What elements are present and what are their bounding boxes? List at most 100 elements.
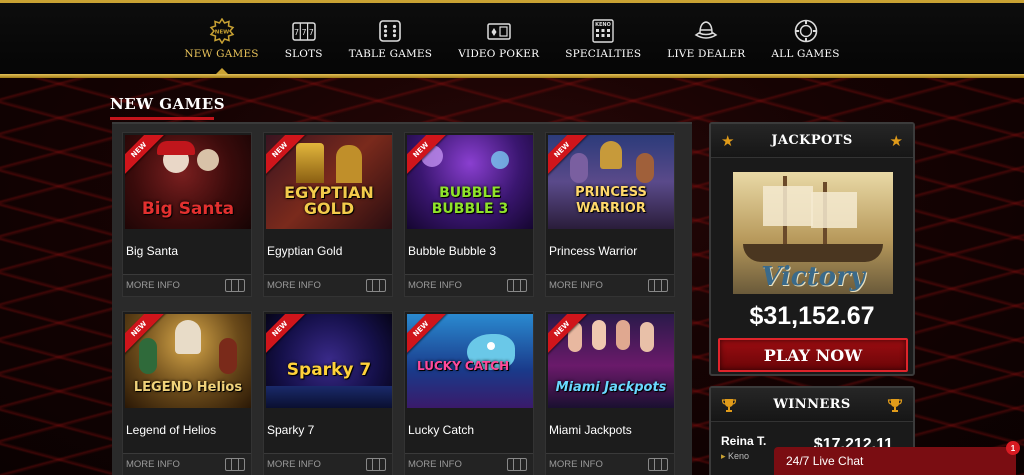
- slot-icon: [507, 279, 527, 292]
- more-info-link[interactable]: MORE INFO: [408, 280, 462, 291]
- chip-icon: [794, 19, 817, 43]
- jackpot-game-logo: Victory: [761, 262, 865, 292]
- game-thumbnail[interactable]: PRINCESS WARRIOR NEW: [548, 135, 674, 229]
- game-logo: Sparky 7: [286, 360, 372, 380]
- game-thumbnail[interactable]: LUCKY CATCH NEW: [407, 314, 533, 408]
- nav-label: VIDEO POKER: [458, 48, 540, 60]
- jackpots-header: ★ JACKPOTS ★: [711, 124, 913, 158]
- info-bar: MORE INFO: [123, 453, 251, 475]
- live-chat-label: 24/7 Live Chat: [786, 454, 864, 468]
- play-now-button[interactable]: PLAY NOW: [718, 338, 908, 372]
- games-grid: Big Santa NEW Big Santa MORE INFO EGYPTI…: [112, 122, 692, 475]
- slot-icon: [366, 458, 386, 471]
- nav-table-games[interactable]: TABLE GAMES: [336, 14, 445, 74]
- game-logo: Big Santa: [141, 199, 235, 219]
- section-title: NEW GAMES: [110, 95, 226, 113]
- jackpots-panel: ★ JACKPOTS ★ Victory $31,152.67 PLAY NOW: [709, 122, 915, 376]
- keno-board-icon: KENO: [592, 19, 614, 43]
- game-card-princess-warrior[interactable]: PRINCESS WARRIOR NEW Princess Warrior MO…: [545, 132, 675, 297]
- more-info-link[interactable]: MORE INFO: [126, 459, 180, 470]
- slot-icon: [225, 279, 245, 292]
- slot-icon: [648, 279, 668, 292]
- svg-text:KENO: KENO: [595, 22, 611, 28]
- game-name[interactable]: Big Santa: [126, 244, 178, 258]
- slot-reels-icon: 7 7 7: [291, 22, 316, 41]
- game-thumbnail[interactable]: BUBBLE BUBBLE 3 NEW: [407, 135, 533, 229]
- game-card-big-santa[interactable]: Big Santa NEW Big Santa MORE INFO: [122, 132, 252, 297]
- dice-icon: [379, 20, 402, 42]
- cards-icon: [486, 23, 511, 40]
- game-logo: PRINCESS WARRIOR: [575, 185, 647, 216]
- new-badge-icon: NEW: [209, 18, 234, 44]
- more-info-link[interactable]: MORE INFO: [408, 459, 462, 470]
- game-card-bubble-bubble-3[interactable]: BUBBLE BUBBLE 3 NEW Bubble Bubble 3 MORE…: [404, 132, 534, 297]
- more-info-link[interactable]: MORE INFO: [549, 459, 603, 470]
- game-card-miami-jackpots[interactable]: Miami Jackpots NEW Miami Jackpots MORE I…: [545, 311, 675, 475]
- game-thumbnail[interactable]: LEGEND Helios NEW: [125, 314, 251, 408]
- game-logo: LEGEND Helios: [133, 380, 243, 395]
- game-thumbnail[interactable]: Miami Jackpots NEW: [548, 314, 674, 408]
- nav-video-poker[interactable]: VIDEO POKER: [445, 14, 552, 74]
- dealer-hat-icon: [694, 21, 718, 39]
- star-icon: ★: [889, 132, 903, 150]
- game-name[interactable]: Bubble Bubble 3: [408, 244, 496, 258]
- game-thumbnail[interactable]: Big Santa NEW: [125, 135, 251, 229]
- game-thumbnail[interactable]: EGYPTIAN GOLD NEW: [266, 135, 392, 229]
- jackpot-game-image[interactable]: Victory: [733, 172, 893, 294]
- nav-slots[interactable]: 7 7 7 SLOTS: [272, 14, 336, 74]
- title-underline: [110, 117, 214, 120]
- info-bar: MORE INFO: [546, 453, 674, 475]
- game-logo: Miami Jackpots: [555, 380, 667, 395]
- slot-icon: [648, 458, 668, 471]
- game-logo: EGYPTIAN GOLD: [284, 183, 374, 218]
- info-bar: MORE INFO: [123, 274, 251, 296]
- game-thumbnail[interactable]: Sparky 7 NEW: [266, 314, 392, 408]
- game-name[interactable]: Lucky Catch: [408, 423, 474, 437]
- slot-icon: [507, 458, 527, 471]
- more-info-link[interactable]: MORE INFO: [126, 280, 180, 291]
- info-bar: MORE INFO: [264, 274, 392, 296]
- nav-label: NEW GAMES: [184, 48, 259, 60]
- top-navigation: NEW NEW GAMES 7 7 7 SLOTS TABLE GAMES VI…: [0, 0, 1024, 78]
- game-logo: BUBBLE BUBBLE 3: [431, 185, 509, 217]
- trophy-icon: [887, 398, 903, 412]
- game-name[interactable]: Miami Jackpots: [549, 423, 632, 437]
- info-bar: MORE INFO: [546, 274, 674, 296]
- info-bar: MORE INFO: [405, 453, 533, 475]
- game-logo: LUCKY CATCH: [417, 359, 510, 373]
- more-info-link[interactable]: MORE INFO: [267, 280, 321, 291]
- winners-title: WINNERS: [773, 397, 851, 412]
- slot-icon: [225, 458, 245, 471]
- svg-text:7: 7: [308, 28, 313, 37]
- winners-header: WINNERS: [711, 388, 913, 422]
- nav-all-games[interactable]: ALL GAMES: [758, 14, 852, 74]
- nav-label: SLOTS: [284, 48, 323, 60]
- svg-text:7: 7: [301, 28, 306, 37]
- more-info-link[interactable]: MORE INFO: [549, 280, 603, 291]
- jackpot-amount: $31,152.67: [749, 302, 875, 330]
- info-bar: MORE INFO: [264, 453, 392, 475]
- nav-new-games[interactable]: NEW NEW GAMES: [171, 14, 271, 74]
- game-name[interactable]: Princess Warrior: [549, 244, 637, 258]
- nav-label: SPECIALTIES: [565, 48, 642, 60]
- game-name[interactable]: Sparky 7: [267, 423, 314, 437]
- nav-label: TABLE GAMES: [348, 48, 433, 60]
- info-bar: MORE INFO: [405, 274, 533, 296]
- nav-specialties[interactable]: KENO SPECIALTIES: [552, 14, 654, 74]
- nav-live-dealer[interactable]: LIVE DEALER: [654, 14, 758, 74]
- game-card-legend-of-helios[interactable]: LEGEND Helios NEW Legend of Helios MORE …: [122, 311, 252, 475]
- svg-text:NEW: NEW: [214, 30, 228, 36]
- game-name[interactable]: Legend of Helios: [126, 423, 216, 437]
- live-chat-button[interactable]: 24/7 Live Chat 1: [774, 441, 1020, 475]
- trophy-icon: [721, 398, 737, 412]
- game-card-lucky-catch[interactable]: LUCKY CATCH NEW Lucky Catch MORE INFO: [404, 311, 534, 475]
- svg-text:7: 7: [294, 28, 299, 37]
- more-info-link[interactable]: MORE INFO: [267, 459, 321, 470]
- nav-label: LIVE DEALER: [667, 48, 746, 60]
- slot-icon: [366, 279, 386, 292]
- game-name[interactable]: Egyptian Gold: [267, 244, 342, 258]
- game-card-egyptian-gold[interactable]: EGYPTIAN GOLD NEW Egyptian Gold MORE INF…: [263, 132, 393, 297]
- game-card-sparky-7[interactable]: Sparky 7 NEW Sparky 7 MORE INFO: [263, 311, 393, 475]
- notification-badge: 1: [1006, 441, 1020, 455]
- nav-label: ALL GAMES: [771, 48, 840, 60]
